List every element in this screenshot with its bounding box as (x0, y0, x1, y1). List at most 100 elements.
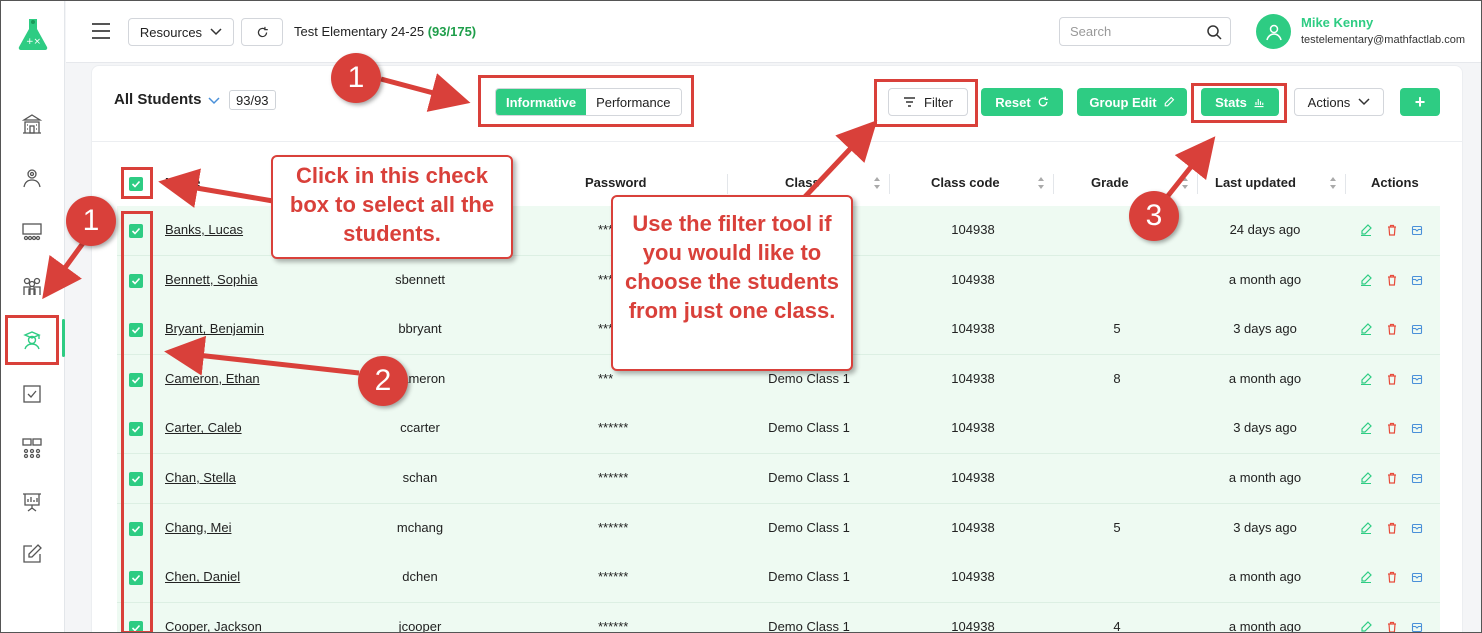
edit-icon[interactable] (1360, 273, 1372, 286)
edit-icon[interactable] (1360, 620, 1372, 633)
sort-icon[interactable] (1037, 176, 1045, 190)
delete-icon[interactable] (1386, 571, 1398, 583)
student-name-link[interactable]: Chan, Stella (165, 470, 236, 485)
edit-icon[interactable] (1360, 521, 1372, 534)
delete-icon[interactable] (1386, 522, 1398, 534)
row-checkbox[interactable] (129, 422, 143, 437)
student-name-link[interactable]: Bennett, Sophia (165, 272, 258, 287)
app-logo-icon[interactable]: +× (17, 17, 49, 51)
student-name-link[interactable]: Chang, Mei (165, 520, 231, 535)
check-icon (131, 525, 141, 533)
delete-icon[interactable] (1386, 323, 1398, 335)
user-name[interactable]: Mike Kenny (1301, 15, 1373, 30)
archive-icon[interactable] (1411, 422, 1423, 434)
tab-informative[interactable]: Informative (496, 89, 587, 115)
avatar[interactable] (1256, 14, 1291, 49)
edit-icon[interactable] (1360, 472, 1372, 484)
delete-icon[interactable] (1386, 621, 1398, 633)
student-name-link[interactable]: Cooper, Jackson (165, 619, 262, 632)
archive-icon[interactable] (1411, 224, 1423, 236)
sort-icon[interactable] (873, 176, 881, 190)
student-name-link[interactable]: Carter, Caleb (165, 420, 242, 435)
filter-button[interactable]: Filter (888, 88, 968, 116)
search-input[interactable] (1060, 18, 1190, 45)
delete-icon[interactable] (1386, 224, 1398, 236)
add-label: + (1414, 91, 1426, 112)
actions-label: Actions (1307, 94, 1351, 110)
actions-dropdown[interactable]: Actions (1294, 88, 1384, 116)
col-grade[interactable]: Grade (1091, 175, 1129, 190)
presentation-icon[interactable] (11, 481, 53, 523)
check-icon (131, 277, 141, 285)
group-edit-button[interactable]: Group Edit (1077, 88, 1187, 116)
col-last-updated[interactable]: Last updated (1215, 175, 1296, 190)
password-cell: ****** (598, 470, 629, 485)
row-checkbox[interactable] (129, 620, 143, 632)
row-checkbox[interactable] (129, 571, 143, 586)
student-name-link[interactable]: Bryant, Benjamin (165, 321, 264, 336)
row-checkbox[interactable] (129, 472, 143, 486)
edit-icon[interactable] (1360, 323, 1372, 336)
delete-icon[interactable] (1386, 373, 1398, 385)
username-cell: mchang (396, 519, 444, 535)
add-student-button[interactable]: + (1400, 88, 1440, 116)
col-name[interactable]: Name (165, 175, 200, 190)
grade-cell: 8 (1113, 370, 1121, 386)
refresh-button[interactable] (241, 18, 283, 46)
edit-icon[interactable] (1360, 422, 1372, 435)
stats-button[interactable]: Stats (1201, 88, 1279, 116)
delete-icon[interactable] (1386, 422, 1398, 434)
people-group-icon[interactable] (11, 265, 53, 307)
archive-icon[interactable] (1411, 274, 1423, 286)
menu-icon[interactable] (92, 23, 110, 39)
svg-text:+×: +× (26, 37, 41, 47)
student-name-link[interactable]: Banks, Lucas (165, 222, 243, 237)
table-row[interactable]: Chang, Mei mchang ****** Demo Class 1 104938… (117, 503, 1440, 554)
table-row[interactable]: Cooper, Jackson jcooper ****** Demo Class 1… (117, 602, 1440, 633)
archive-icon[interactable] (1411, 571, 1423, 583)
row-checkbox[interactable] (129, 372, 143, 387)
school-icon[interactable] (11, 103, 53, 145)
classroom-icon[interactable] (11, 211, 53, 253)
delete-icon[interactable] (1386, 274, 1398, 286)
view-toggle: Informative Performance (495, 88, 682, 116)
check-icon (131, 327, 141, 334)
table-row[interactable]: Chen, Daniel dchen ****** Demo Class 1 10493… (117, 553, 1440, 604)
resources-dropdown[interactable]: Resources (128, 18, 234, 46)
search-icon[interactable] (1206, 24, 1222, 40)
table-row[interactable]: Carter, Caleb ccarter ****** Demo Class 1 10… (117, 404, 1440, 455)
col-class[interactable]: Class (785, 175, 820, 190)
edit-icon[interactable] (11, 533, 53, 575)
checkbox-icon[interactable] (11, 373, 53, 415)
class-cell: Demo Class 1 (768, 569, 850, 585)
archive-icon[interactable] (1411, 621, 1423, 633)
reset-button[interactable]: Reset (981, 88, 1063, 116)
sort-icon[interactable] (1181, 176, 1189, 190)
sort-icon[interactable] (1329, 176, 1337, 190)
col-class-code[interactable]: Class code (931, 175, 1000, 190)
student-name-link[interactable]: Chen, Daniel (165, 569, 240, 584)
student-name-link[interactable]: Cameron, Ethan (165, 371, 260, 386)
edit-icon[interactable] (1360, 224, 1372, 236)
select-all-checkbox[interactable] (129, 177, 143, 191)
settings-person-icon[interactable] (11, 157, 53, 199)
archive-icon[interactable] (1411, 323, 1423, 335)
password-cell: ****** (598, 569, 629, 585)
row-checkbox[interactable] (129, 323, 143, 338)
edit-icon[interactable] (1360, 571, 1372, 584)
chevron-down-icon[interactable] (208, 96, 220, 106)
archive-icon[interactable] (1411, 472, 1423, 484)
assignments-icon[interactable] (11, 427, 53, 469)
student-icon[interactable] (11, 319, 53, 361)
row-checkbox[interactable] (129, 224, 143, 238)
row-checkbox[interactable] (129, 521, 143, 536)
delete-icon[interactable] (1386, 472, 1398, 484)
check-icon (131, 624, 141, 632)
table-row[interactable]: Chan, Stella schan ****** Demo Class 1 10493… (117, 454, 1440, 504)
archive-icon[interactable] (1411, 373, 1423, 385)
row-checkbox[interactable] (129, 273, 143, 288)
edit-icon[interactable] (1360, 372, 1372, 385)
tab-performance[interactable]: Performance (586, 89, 681, 115)
page-title[interactable]: All Students (114, 91, 202, 108)
archive-icon[interactable] (1411, 522, 1423, 534)
